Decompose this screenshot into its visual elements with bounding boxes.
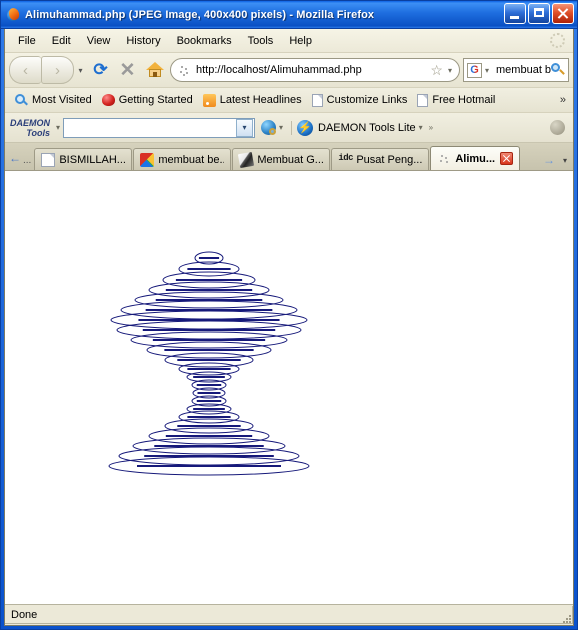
- daemon-logo-dropdown-icon[interactable]: ▾: [53, 123, 63, 132]
- bookmarks-toolbar: Most Visited Getting Started Latest Head…: [5, 88, 573, 113]
- forward-button[interactable]: ›: [41, 56, 74, 84]
- status-bar: Done: [5, 604, 573, 625]
- window-title: Alimuhammad.php (JPEG Image, 400x400 pix…: [25, 8, 375, 21]
- home-icon: [145, 62, 164, 78]
- rss-icon: [202, 93, 216, 107]
- daemon-logo-line1: DAEMON: [10, 117, 50, 128]
- google-icon[interactable]: G: [467, 62, 482, 78]
- bookmark-customize-links[interactable]: Customize Links: [307, 92, 413, 109]
- tab-bismillah[interactable]: BISMILLAH....: [34, 148, 133, 170]
- url-bar[interactable]: http://localhost/Alimuhammad.php ☆ ▾: [170, 58, 460, 82]
- search-icon[interactable]: [551, 63, 565, 77]
- tab-label: Membuat G...: [257, 153, 324, 166]
- menu-view[interactable]: View: [79, 32, 119, 50]
- daemon-tools-logo: DAEMON Tools: [10, 118, 50, 138]
- maximize-button[interactable]: [528, 3, 550, 24]
- daemon-app-dropdown-icon[interactable]: ▾: [416, 123, 426, 132]
- daemon-tools-lite-label[interactable]: DAEMON Tools Lite: [318, 122, 416, 134]
- idc-icon: idc: [338, 152, 354, 163]
- url-dropdown-icon[interactable]: ▾: [445, 66, 455, 75]
- tab-list-menu-icon[interactable]: ▾: [559, 156, 571, 165]
- status-panel: Done: [5, 606, 573, 624]
- menu-edit[interactable]: Edit: [44, 32, 79, 50]
- generic-page-icon: [437, 152, 451, 166]
- bookmark-label: Free Hotmail: [432, 94, 496, 106]
- web-search-dropdown-icon[interactable]: ▾: [276, 123, 286, 132]
- back-button[interactable]: ‹: [9, 56, 41, 84]
- daemon-overflow-icon[interactable]: »: [426, 123, 436, 132]
- tab-label: membuat be...: [158, 153, 225, 166]
- page-content: [5, 170, 573, 604]
- search-input[interactable]: membuat b: [492, 64, 551, 76]
- menu-file[interactable]: File: [10, 32, 44, 50]
- gmail-icon: [140, 152, 155, 167]
- toolbar-separator: [291, 120, 293, 135]
- minimize-button[interactable]: [504, 3, 526, 24]
- daemon-tools-toolbar: DAEMON Tools ▾ ▾ ▾ ⚡ DAEMON Tools Lite ▾…: [5, 113, 573, 143]
- daemon-lightning-icon[interactable]: ⚡: [297, 119, 314, 136]
- tab-alimuhammad[interactable]: Alimu...: [430, 146, 521, 170]
- back-history-dropdown-icon[interactable]: ▾: [74, 66, 87, 75]
- pen-icon: [238, 151, 255, 168]
- tab-bar: ← ... BISMILLAH.... membuat be... Membua…: [5, 143, 573, 170]
- browser-window: Alimuhammad.php (JPEG Image, 400x400 pix…: [0, 0, 578, 630]
- tab-membuat-be[interactable]: membuat be...: [133, 148, 232, 170]
- home-button[interactable]: [141, 57, 168, 83]
- daemon-logo-line2: Tools: [26, 127, 50, 138]
- tab-list-ellipsis[interactable]: ...: [23, 155, 34, 170]
- tab-scroll-right-button[interactable]: →: [539, 153, 559, 167]
- resize-grip[interactable]: [559, 611, 571, 623]
- stop-icon: ✕: [119, 59, 136, 81]
- title-bar: Alimuhammad.php (JPEG Image, 400x400 pix…: [1, 1, 577, 29]
- menu-help[interactable]: Help: [281, 32, 320, 50]
- firefox-ball-icon: [101, 94, 115, 106]
- document-icon: [311, 93, 323, 107]
- daemon-settings-icon[interactable]: [550, 120, 565, 135]
- firefox-icon: [5, 6, 21, 23]
- web-search-icon[interactable]: [261, 120, 277, 135]
- daemon-search-combo[interactable]: ▾: [63, 117, 256, 138]
- tab-scroll-left-button[interactable]: ←: [7, 146, 23, 170]
- bookmark-getting-started[interactable]: Getting Started: [97, 92, 198, 108]
- reload-icon: ⟳: [93, 60, 108, 79]
- page-favicon-icon: [177, 63, 191, 77]
- menu-bookmarks[interactable]: Bookmarks: [169, 32, 240, 50]
- bookmark-most-visited[interactable]: Most Visited: [9, 91, 97, 109]
- magnifier-icon: [14, 93, 28, 107]
- bookmarks-overflow-icon[interactable]: »: [560, 94, 566, 106]
- bookmark-label: Most Visited: [32, 94, 92, 106]
- search-bar[interactable]: G ▾ membuat b: [463, 58, 569, 82]
- bookmark-label: Customize Links: [326, 94, 408, 106]
- search-engine-dropdown-icon[interactable]: ▾: [482, 66, 492, 75]
- bookmark-label: Getting Started: [118, 94, 193, 106]
- bookmark-free-hotmail[interactable]: Free Hotmail: [412, 92, 500, 109]
- tab-membuat-g[interactable]: Membuat G...: [232, 148, 331, 170]
- menu-bar: File Edit View History Bookmarks Tools H…: [5, 29, 573, 53]
- navigation-toolbar: ‹ › ▾ ⟳ ✕ http://localhost/Alimuhammad.p…: [5, 53, 573, 88]
- generated-ellipse-figure: [108, 251, 310, 476]
- bookmark-star-icon[interactable]: ☆: [430, 62, 443, 79]
- browser-chrome: File Edit View History Bookmarks Tools H…: [4, 29, 574, 626]
- window-controls: [504, 3, 574, 24]
- document-icon: [41, 152, 56, 167]
- tab-label: Pusat Peng...: [356, 153, 423, 166]
- combo-dropdown-icon[interactable]: ▾: [236, 118, 254, 137]
- document-icon: [417, 93, 429, 107]
- menu-history[interactable]: History: [118, 32, 168, 50]
- url-input[interactable]: http://localhost/Alimuhammad.php: [196, 64, 428, 76]
- back-forward-group: ‹ ›: [9, 56, 74, 84]
- throbber-icon: [550, 33, 565, 48]
- tab-bar-right-controls: → ▾: [539, 153, 571, 170]
- tab-pusat-peng[interactable]: idc Pusat Peng...: [331, 148, 430, 170]
- status-text: Done: [11, 608, 38, 621]
- tab-label: BISMILLAH....: [59, 153, 126, 166]
- tab-close-icon[interactable]: [500, 152, 514, 165]
- bookmark-label: Latest Headlines: [219, 94, 302, 106]
- close-button[interactable]: [552, 3, 574, 24]
- bookmark-latest-headlines[interactable]: Latest Headlines: [198, 92, 307, 109]
- stop-button[interactable]: ✕: [114, 57, 141, 83]
- reload-button[interactable]: ⟳: [87, 57, 114, 83]
- tab-label: Alimu...: [455, 152, 496, 165]
- menu-tools[interactable]: Tools: [240, 32, 282, 50]
